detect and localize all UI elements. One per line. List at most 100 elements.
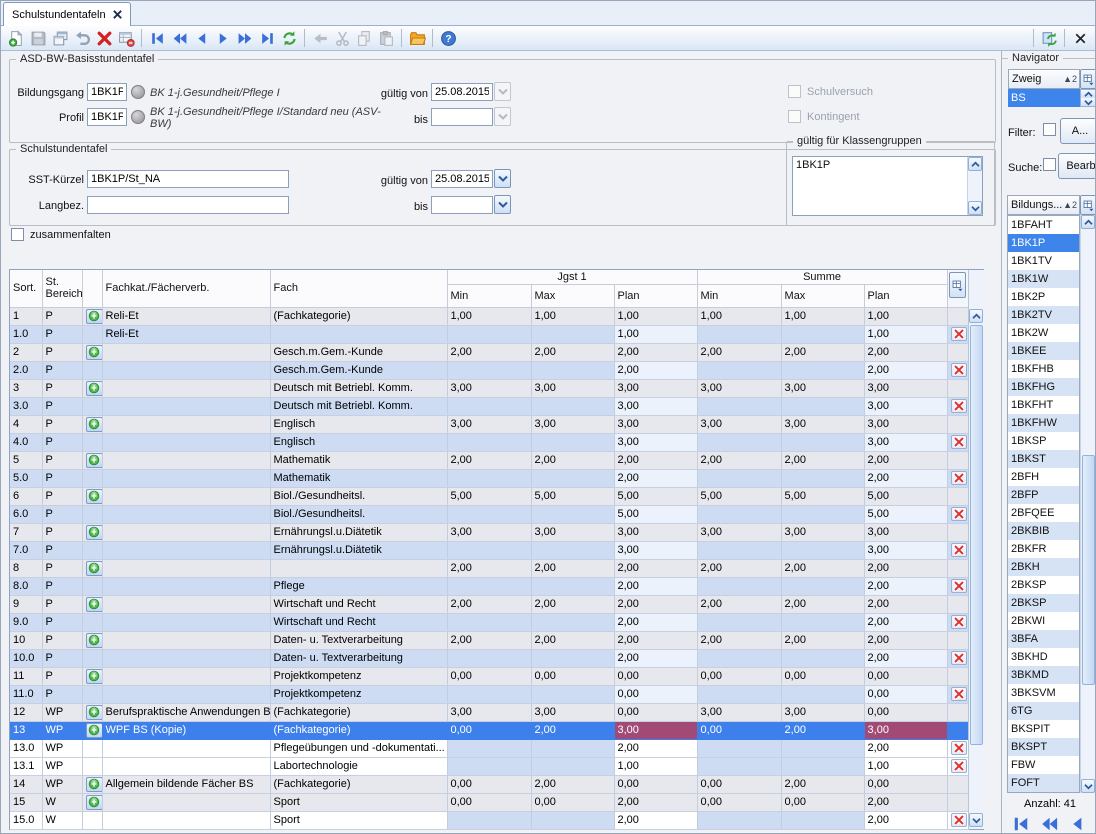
cell-min[interactable]: 2,00 — [447, 595, 531, 613]
cell-actions[interactable] — [947, 757, 968, 775]
cell-max[interactable] — [781, 811, 864, 829]
cell-min[interactable]: 3,00 — [697, 523, 781, 541]
cell-plan[interactable]: 2,00 — [614, 361, 697, 379]
cell-fach[interactable]: (Fachkategorie) — [270, 307, 447, 325]
cell-fachkategorie[interactable] — [102, 487, 270, 505]
cell-min[interactable]: 5,00 — [447, 487, 531, 505]
cell-max[interactable] — [531, 325, 614, 343]
cell-add[interactable] — [82, 613, 102, 631]
cell-bereich[interactable]: P — [42, 469, 82, 487]
cell-plan[interactable]: 2,00 — [614, 595, 697, 613]
cell-plan[interactable]: 3,00 — [614, 415, 697, 433]
bildungsgang-list-item[interactable]: 3BFA — [1008, 630, 1079, 648]
cell-actions[interactable] — [947, 721, 968, 739]
cell-max[interactable]: 1,00 — [781, 307, 864, 325]
cell-fachkategorie[interactable]: Reli-Et — [102, 325, 270, 343]
cell-max[interactable]: 3,00 — [781, 415, 864, 433]
cell-min[interactable]: 3,00 — [697, 379, 781, 397]
cell-max[interactable]: 3,00 — [531, 415, 614, 433]
cell-bereich[interactable]: P — [42, 361, 82, 379]
bildungsgang-list-item[interactable]: 1BKFHT — [1008, 396, 1079, 414]
cell-fach[interactable]: Gesch.m.Gem.-Kunde — [270, 343, 447, 361]
cell-max[interactable]: 5,00 — [531, 487, 614, 505]
cell-sort[interactable]: 10 — [10, 631, 42, 649]
cell-max[interactable]: 2,00 — [531, 775, 614, 793]
cell-min[interactable] — [697, 361, 781, 379]
cell-min[interactable]: 0,00 — [697, 775, 781, 793]
cell-max[interactable]: 2,00 — [781, 775, 864, 793]
table-row[interactable]: 1.0PReli-Et1,001,00 — [10, 325, 968, 343]
cell-actions[interactable] — [947, 811, 968, 829]
cell-sort[interactable]: 9 — [10, 595, 42, 613]
cell-plan[interactable]: 2,00 — [864, 595, 947, 613]
cell-bereich[interactable]: P — [42, 667, 82, 685]
cell-plan[interactable]: 1,00 — [864, 757, 947, 775]
cell-add[interactable] — [82, 415, 102, 433]
cell-fach[interactable]: Labortechnologie — [270, 757, 447, 775]
table-row[interactable]: 12WPBerufspraktische Anwendungen BS(Fach… — [10, 703, 968, 721]
cell-plan[interactable]: 2,00 — [614, 559, 697, 577]
suche-bearbeiten-button[interactable]: Bearb — [1058, 153, 1096, 179]
cell-sort[interactable]: 1 — [10, 307, 42, 325]
cell-min[interactable] — [447, 811, 531, 829]
cell-fach[interactable]: Projektkompetenz — [270, 667, 447, 685]
cell-min[interactable] — [697, 469, 781, 487]
cell-fachkategorie[interactable]: WPF BS (Kopie) — [102, 721, 270, 739]
cell-actions[interactable] — [947, 739, 968, 757]
cell-max[interactable]: 0,00 — [531, 793, 614, 811]
cell-min[interactable]: 2,00 — [447, 559, 531, 577]
cell-min[interactable] — [447, 433, 531, 451]
cell-actions[interactable] — [947, 487, 968, 505]
cell-actions[interactable] — [947, 451, 968, 469]
cell-actions[interactable] — [947, 343, 968, 361]
cell-min[interactable] — [447, 757, 531, 775]
delete-button[interactable] — [93, 27, 115, 49]
delete-row-button[interactable] — [951, 687, 967, 701]
add-subject-button[interactable] — [86, 345, 103, 360]
bildungsgang-list-item[interactable]: 3BKMD — [1008, 666, 1079, 684]
table-row[interactable]: 2.0PGesch.m.Gem.-Kunde2,002,00 — [10, 361, 968, 379]
cell-sort[interactable]: 5 — [10, 451, 42, 469]
table-row[interactable]: 11PProjektkompetenz0,000,000,000,000,000… — [10, 667, 968, 685]
cell-max[interactable]: 2,00 — [531, 451, 614, 469]
delete-row-button[interactable] — [951, 471, 967, 485]
table-row[interactable]: 4.0PEnglisch3,003,00 — [10, 433, 968, 451]
table-row[interactable]: 3.0PDeutsch mit Betriebl. Komm.3,003,00 — [10, 397, 968, 415]
cell-fachkategorie[interactable]: Allgemein bildende Fächer BS — [102, 775, 270, 793]
cell-max[interactable]: 2,00 — [781, 595, 864, 613]
cell-actions[interactable] — [947, 415, 968, 433]
cell-fach[interactable]: (Fachkategorie) — [270, 775, 447, 793]
cell-max[interactable] — [781, 505, 864, 523]
bildungsgang-list-item[interactable]: 2BKSP — [1008, 594, 1079, 612]
cell-bereich[interactable]: P — [42, 577, 82, 595]
bildungsgang-list-item[interactable]: 2BKFR — [1008, 540, 1079, 558]
bildungsgang-list-item[interactable]: 1BK2TV — [1008, 306, 1079, 324]
cell-actions[interactable] — [947, 631, 968, 649]
cell-plan[interactable]: 0,00 — [864, 685, 947, 703]
cell-fach[interactable] — [270, 559, 447, 577]
cell-max[interactable] — [531, 739, 614, 757]
cell-fachkategorie[interactable] — [102, 685, 270, 703]
bildungsgang-column-header[interactable]: Bildungs... ▲2 — [1007, 195, 1080, 215]
cell-min[interactable] — [697, 757, 781, 775]
cell-bereich[interactable]: WP — [42, 739, 82, 757]
add-subject-button[interactable] — [86, 309, 103, 324]
cell-min[interactable] — [447, 469, 531, 487]
cell-sort[interactable]: 5.0 — [10, 469, 42, 487]
cell-min[interactable] — [447, 739, 531, 757]
cell-max[interactable] — [531, 757, 614, 775]
table-row[interactable]: 15WSport0,000,002,000,000,002,00 — [10, 793, 968, 811]
spin-up-icon[interactable] — [1081, 90, 1096, 98]
cell-add[interactable] — [82, 577, 102, 595]
cell-min[interactable]: 0,00 — [697, 793, 781, 811]
cell-fachkategorie[interactable] — [102, 649, 270, 667]
cell-plan[interactable]: 3,00 — [864, 397, 947, 415]
cell-sort[interactable]: 7 — [10, 523, 42, 541]
cell-plan[interactable]: 2,00 — [864, 343, 947, 361]
langbez-field[interactable] — [87, 196, 289, 214]
record-first-button[interactable] — [1010, 813, 1032, 834]
cell-max[interactable]: 2,00 — [531, 631, 614, 649]
table-row[interactable]: 6.0PBiol./Gesundheitsl.5,005,00 — [10, 505, 968, 523]
bis-field[interactable] — [431, 108, 493, 126]
bildungsgang-list-item[interactable]: 3BKSVM — [1008, 684, 1079, 702]
